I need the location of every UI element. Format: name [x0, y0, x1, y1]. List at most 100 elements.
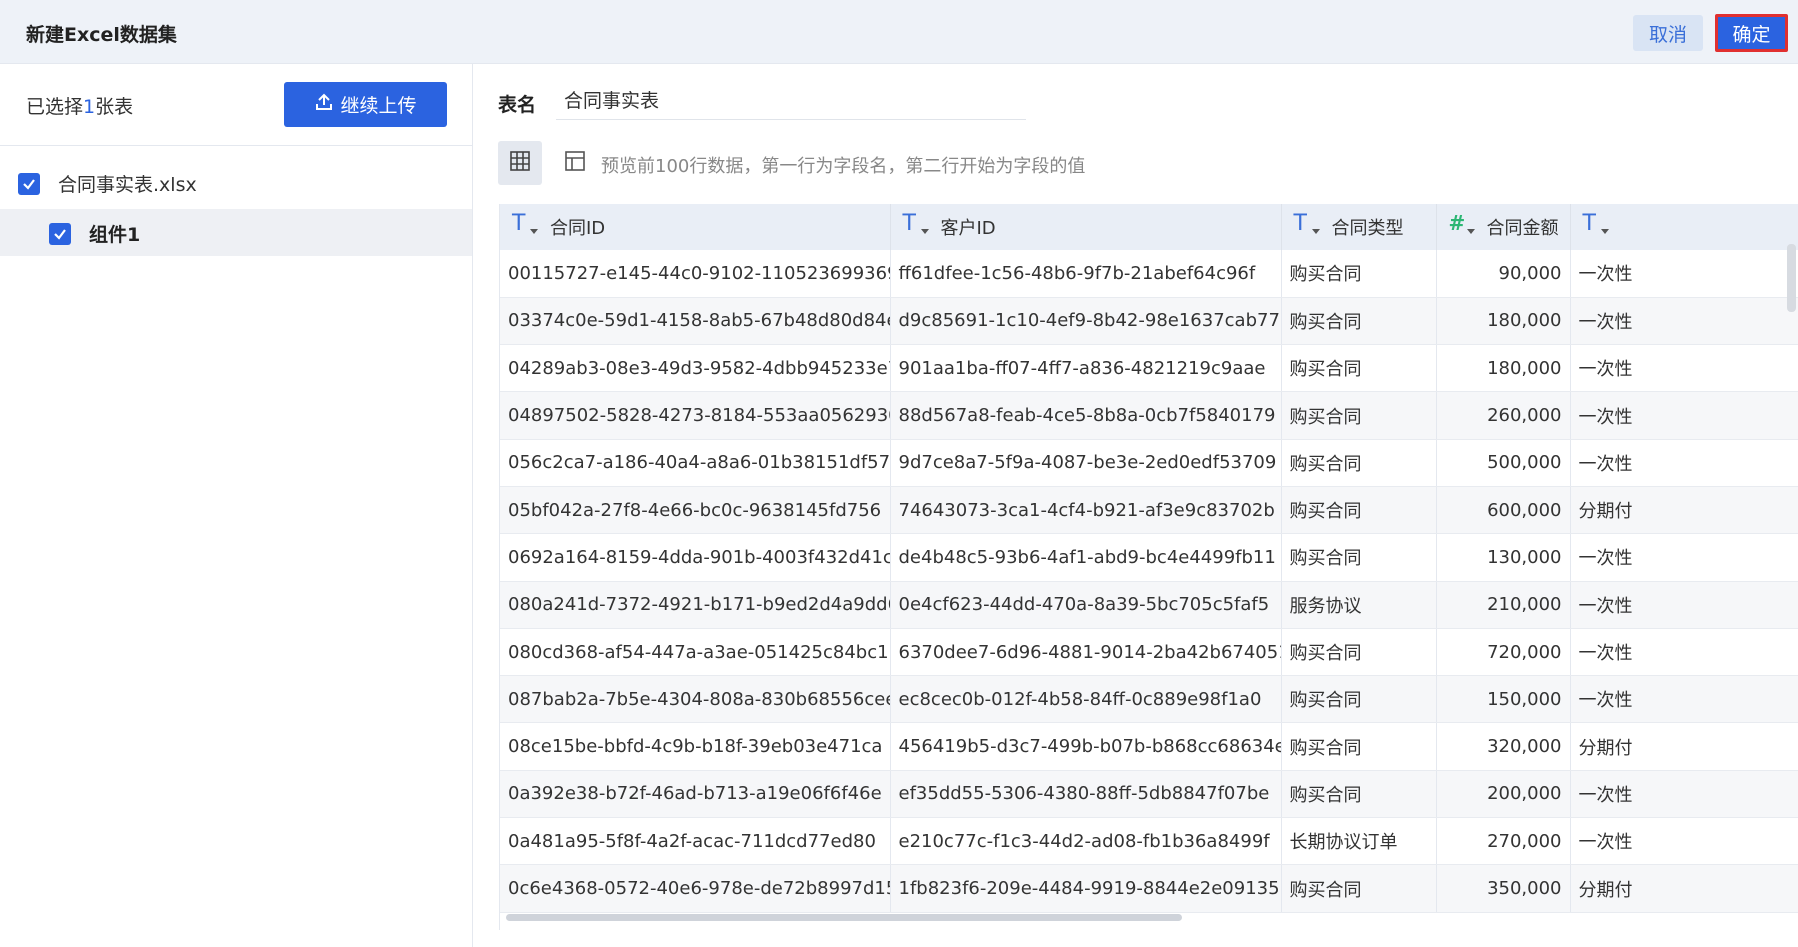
- chevron-down-icon: [920, 229, 929, 234]
- table-cell: 一次性: [1570, 439, 1798, 487]
- text-type-icon[interactable]: T: [1581, 211, 1609, 241]
- grid-view-button[interactable]: [498, 141, 542, 185]
- table-cell: 一次性: [1570, 344, 1798, 393]
- continue-upload-label: 继续上传: [340, 95, 417, 117]
- sheet-checkbox[interactable]: [49, 222, 71, 245]
- table-name-label: 表名: [498, 94, 537, 116]
- table-row: 04289ab3-08e3-49d3-9582-4dbb945233e7 901a…: [500, 344, 1798, 393]
- table-cell: 080a241d-7372-4921-b171-b9ed2d4a9dd6: [500, 581, 891, 629]
- table-cell: de4b48c5-93b6-4af1-abd9-bc4e4499fb11: [890, 533, 1282, 582]
- table-cell: ff61dfee-1c56-48b6-9f7b-21abef64c96f: [890, 250, 1282, 298]
- table-row: 0692a164-8159-4dda-901b-4003f432d41c de4b…: [500, 533, 1798, 582]
- dialog-header: 新建Excel数据集 取消 确定: [0, 0, 1798, 64]
- table-cell: 一次性: [1570, 770, 1798, 819]
- table-cell: 03374c0e-59d1-4158-8ab5-67b48d80d84e: [500, 297, 891, 346]
- table-cell: 购买合同: [1281, 770, 1437, 819]
- preview-hint: 预览前100行数据，第一行为字段名，第二行开始为字段的值: [601, 156, 1086, 177]
- text-type-icon[interactable]: T: [901, 211, 929, 241]
- text-type-icon[interactable]: T: [1292, 211, 1320, 241]
- sheet-item[interactable]: 组件1: [0, 209, 472, 256]
- table-cell: 180,000: [1436, 297, 1571, 346]
- table-cell: ec8cec0b-012f-4b58-84ff-0c889e98f1a0: [890, 675, 1282, 724]
- table-cell: 88d567a8-feab-4ce5-8b8a-0cb7f5840179: [890, 391, 1282, 440]
- confirm-button[interactable]: 确定: [1715, 14, 1788, 52]
- chevron-down-icon: [530, 229, 538, 234]
- table-row: 05bf042a-27f8-4e66-bc0c-9638145fd756 7464…: [500, 486, 1798, 535]
- data-preview-table: T 合同ID T 客户ID T 合同类型 # 合同金额 T 00115727-e145-…: [499, 204, 1798, 930]
- file-item[interactable]: 合同事实表.xlsx: [18, 170, 197, 197]
- sheet-selection-panel: 已选择1张表 继续上传 合同事实表.xlsx 组件1: [0, 64, 473, 947]
- table-cell: 04897502-5828-4273-8184-553aa0562930: [500, 391, 891, 440]
- table-header-row: T 合同ID T 客户ID T 合同类型 # 合同金额 T: [500, 204, 1798, 250]
- table-cell: 一次性: [1570, 297, 1798, 346]
- table-row: 080cd368-af54-447a-a3ae-051425c84bc1 6370…: [500, 628, 1798, 677]
- table-cell: 一次性: [1570, 581, 1798, 629]
- table-cell: 0c6e4368-0572-40e6-978e-de72b8997d15: [500, 864, 891, 913]
- sheet-name: 组件1: [89, 224, 141, 246]
- table-row: 056c2ca7-a186-40a4-a8a6-01b38151df57 9d7c…: [500, 439, 1798, 487]
- table-cell: 购买合同: [1281, 628, 1437, 677]
- table-cell: 130,000: [1436, 533, 1571, 582]
- text-type-icon[interactable]: T: [510, 211, 538, 241]
- table-row: 04897502-5828-4273-8184-553aa0562930 88d5…: [500, 391, 1798, 440]
- table-row: 0c6e4368-0572-40e6-978e-de72b8997d15 1fb8…: [500, 864, 1798, 913]
- vertical-scrollbar[interactable]: [1787, 244, 1796, 312]
- table-cell: 500,000: [1436, 439, 1571, 487]
- layout-icon: [564, 150, 586, 177]
- table-cell: 6370dee7-6d96-4881-9014-2ba42b674051: [890, 628, 1282, 677]
- table-cell: 056c2ca7-a186-40a4-a8a6-01b38151df57: [500, 439, 891, 487]
- table-cell: 600,000: [1436, 486, 1571, 535]
- table-cell: 购买合同: [1281, 675, 1437, 724]
- table-cell: 260,000: [1436, 391, 1571, 440]
- chevron-down-icon: [1311, 229, 1320, 234]
- table-cell: 270,000: [1436, 817, 1571, 866]
- table-row: 0a481a95-5f8f-4a2f-acac-711dcd77ed80 e210…: [500, 817, 1798, 866]
- table-row: 00115727-e145-44c0-9102-110523699369 ff61…: [500, 250, 1798, 298]
- layout-view-button[interactable]: [560, 148, 590, 178]
- table-cell: ef35dd55-5306-4380-88ff-5db8847f07be: [890, 770, 1282, 819]
- table-cell: 一次性: [1570, 817, 1798, 866]
- table-cell: 服务协议: [1281, 581, 1437, 629]
- table-cell: 320,000: [1436, 722, 1571, 771]
- table-row: 080a241d-7372-4921-b171-b9ed2d4a9dd6 0e4c…: [500, 581, 1798, 629]
- continue-upload-button[interactable]: 继续上传: [284, 82, 447, 127]
- table-name-input[interactable]: [556, 80, 1026, 120]
- table-cell: 04289ab3-08e3-49d3-9582-4dbb945233e7: [500, 344, 891, 393]
- table-cell: 购买合同: [1281, 864, 1437, 913]
- divider: [0, 145, 472, 146]
- table-cell: 购买合同: [1281, 533, 1437, 582]
- table-cell: 购买合同: [1281, 722, 1437, 771]
- table-cell: 200,000: [1436, 770, 1571, 819]
- table-row: 03374c0e-59d1-4158-8ab5-67b48d80d84e d9c8…: [500, 297, 1798, 346]
- table-cell: 购买合同: [1281, 250, 1437, 298]
- selected-count-text: 已选择1张表: [26, 96, 134, 118]
- cancel-button[interactable]: 取消: [1633, 15, 1703, 51]
- table-cell: 一次性: [1570, 250, 1798, 298]
- table-cell: 分期付: [1570, 486, 1798, 535]
- table-cell: 05bf042a-27f8-4e66-bc0c-9638145fd756: [500, 486, 891, 535]
- table-cell: d9c85691-1c10-4ef9-8b42-98e1637cab77: [890, 297, 1282, 346]
- file-checkbox[interactable]: [18, 172, 40, 195]
- table-cell: 1fb823f6-209e-4484-9919-8844e2e09135: [890, 864, 1282, 913]
- column-header: T: [1570, 204, 1798, 250]
- table-cell: 080cd368-af54-447a-a3ae-051425c84bc1: [500, 628, 891, 677]
- grid-icon: [509, 150, 531, 177]
- table-cell: 购买合同: [1281, 439, 1437, 487]
- selected-count-number: 1: [83, 96, 96, 118]
- table-cell: 购买合同: [1281, 344, 1437, 393]
- table-cell: 0e4cf623-44dd-470a-8a39-5bc705c5faf5: [890, 581, 1282, 629]
- column-header: # 合同金额: [1436, 204, 1571, 250]
- table-cell: 购买合同: [1281, 486, 1437, 535]
- number-type-icon[interactable]: #: [1447, 211, 1475, 241]
- table-cell: 0692a164-8159-4dda-901b-4003f432d41c: [500, 533, 891, 582]
- chevron-down-icon: [1600, 229, 1609, 234]
- table-cell: 9d7ce8a7-5f9a-4087-be3e-2ed0edf53709: [890, 439, 1282, 487]
- table-cell: 购买合同: [1281, 297, 1437, 346]
- horizontal-scrollbar[interactable]: [506, 914, 1182, 921]
- table-cell: 210,000: [1436, 581, 1571, 629]
- table-cell: 分期付: [1570, 864, 1798, 913]
- table-cell: 分期付: [1570, 722, 1798, 771]
- table-cell: 一次性: [1570, 391, 1798, 440]
- table-cell: 08ce15be-bbfd-4c9b-b18f-39eb03e471ca: [500, 722, 891, 771]
- preview-panel: 表名 预览前100行数据，第一行为字段名，第二行开始为字段的值 T合同ID T客…: [474, 64, 1798, 947]
